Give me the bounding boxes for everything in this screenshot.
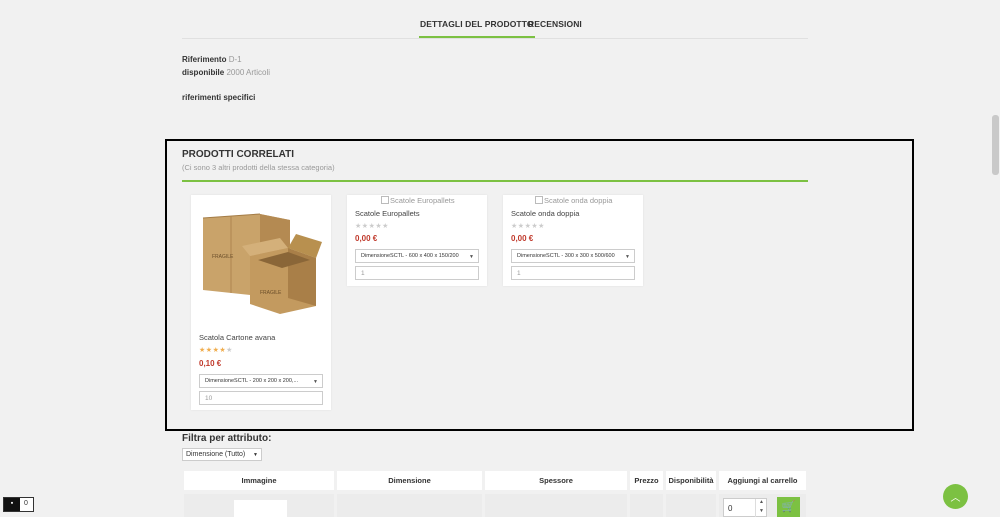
broken-image-icon: [381, 196, 389, 204]
image-alt-text: Scatole Europallets: [390, 196, 455, 205]
attribute-filter-value: Dimensione (Tutto): [186, 451, 246, 458]
chevron-down-icon: ▼: [253, 452, 258, 458]
related-products-title: PRODOTTI CORRELATI: [182, 149, 295, 160]
dimension-select[interactable]: DimensioneSCTL - 200 x 200 x 200,... ▼: [199, 374, 323, 388]
image-alt-text: Scatole onda doppia: [544, 196, 613, 205]
table-cell: [485, 494, 627, 517]
star-icon: ★: [517, 223, 525, 230]
cardboard-box-image[interactable]: FRAGILE FRAGILE: [198, 210, 322, 314]
floating-cart[interactable]: ▪ 0: [3, 497, 34, 512]
column-header-dimension: Dimensione: [337, 471, 482, 490]
column-header-thickness: Spessore: [485, 471, 627, 490]
caret-down-icon: ▼: [625, 254, 630, 260]
specific-references-title: riferimenti specifici: [182, 93, 256, 102]
table-cell: [630, 494, 663, 517]
table-cell: [666, 494, 716, 517]
dimension-select-value: DimensioneSCTL - 200 x 200 x 200,...: [205, 378, 299, 384]
quantity-input[interactable]: 1: [511, 266, 635, 280]
page-scrollbar[interactable]: [990, 0, 1000, 517]
product-name[interactable]: Scatole Europallets: [355, 209, 420, 218]
dimension-select[interactable]: DimensioneSCTL - 300 x 300 x 500/600 ▼: [511, 249, 635, 263]
related-products-subtitle: (Ci sono 3 altri prodotti della stessa c…: [182, 163, 335, 172]
star-icon: ★: [199, 347, 206, 354]
caret-down-icon: ▼: [313, 379, 318, 385]
dimension-select[interactable]: DimensioneSCTL - 600 x 400 x 150/200 ▼: [355, 249, 479, 263]
product-price: 0,10 €: [199, 359, 222, 368]
caret-down-icon: ▼: [469, 254, 474, 260]
back-to-top-button[interactable]: ︿: [943, 484, 968, 509]
star-icon: ★: [205, 347, 213, 354]
star-icon: ★: [511, 223, 518, 230]
star-icon: ★: [226, 347, 233, 354]
product-tabs: DETTAGLI DEL PRODOTTO RECENSIONI: [182, 0, 808, 39]
product-rating: ★★★★★: [511, 222, 545, 230]
table-cell: [337, 494, 482, 517]
availability-line: disponibile 2000 Articoli: [182, 68, 270, 77]
reference-line: Riferimento D-1: [182, 55, 242, 64]
scrollbar-thumb[interactable]: [992, 115, 999, 175]
star-icon: ★: [361, 223, 369, 230]
increment-icon[interactable]: ▲: [755, 499, 767, 508]
cart-icon: 🛒: [781, 501, 796, 513]
add-to-cart-button[interactable]: 🛒: [777, 497, 800, 517]
availability-value: 2000 Articoli: [226, 68, 271, 77]
product-price: 0,00 €: [355, 234, 378, 243]
tab-reviews[interactable]: RECENSIONI: [528, 19, 582, 29]
dimension-select-value: DimensioneSCTL - 600 x 400 x 150/200: [361, 253, 459, 259]
reference-label: Riferimento: [182, 55, 227, 64]
availability-label: disponibile: [182, 68, 225, 77]
star-icon: ★: [355, 223, 362, 230]
product-price: 0,00 €: [511, 234, 534, 243]
cart-count: 0: [24, 500, 28, 507]
product-rating: ★★★★★: [355, 222, 389, 230]
chevron-up-icon: ︿: [950, 493, 961, 504]
column-header-price: Prezzo: [630, 471, 663, 490]
product-name[interactable]: Scatole onda doppia: [511, 209, 579, 218]
product-name[interactable]: Scatola Cartone avana: [199, 333, 275, 342]
row-thumbnail[interactable]: [234, 500, 287, 517]
quantity-input[interactable]: 1: [355, 266, 479, 280]
quantity-input[interactable]: 10: [199, 391, 323, 405]
attribute-filter-select[interactable]: Dimensione (Tutto) ▼: [182, 448, 262, 461]
fragile-label-back: FRAGILE: [212, 254, 234, 260]
decrement-icon[interactable]: ▼: [755, 508, 767, 517]
filter-title: Filtra per attributo:: [182, 433, 272, 444]
related-divider: [182, 180, 808, 182]
broken-image[interactable]: Scatole Europallets: [381, 196, 455, 205]
cart-icon: ▪: [4, 498, 20, 511]
column-header-availability: Disponibilità: [666, 471, 716, 490]
tab-product-details[interactable]: DETTAGLI DEL PRODOTTO: [419, 19, 535, 38]
reference-value: D-1: [228, 55, 242, 64]
column-header-add-to-cart: Aggiungi al carrello: [719, 471, 806, 490]
column-header-image: Immagine: [184, 471, 334, 490]
dimension-select-value: DimensioneSCTL - 300 x 300 x 500/600: [517, 253, 615, 259]
broken-image-icon: [535, 196, 543, 204]
fragile-label-front: FRAGILE: [260, 290, 282, 296]
broken-image[interactable]: Scatole onda doppia: [535, 196, 612, 205]
star-icon: ★: [382, 223, 389, 230]
star-icon: ★: [538, 223, 545, 230]
product-rating: ★★★★★: [199, 346, 233, 354]
